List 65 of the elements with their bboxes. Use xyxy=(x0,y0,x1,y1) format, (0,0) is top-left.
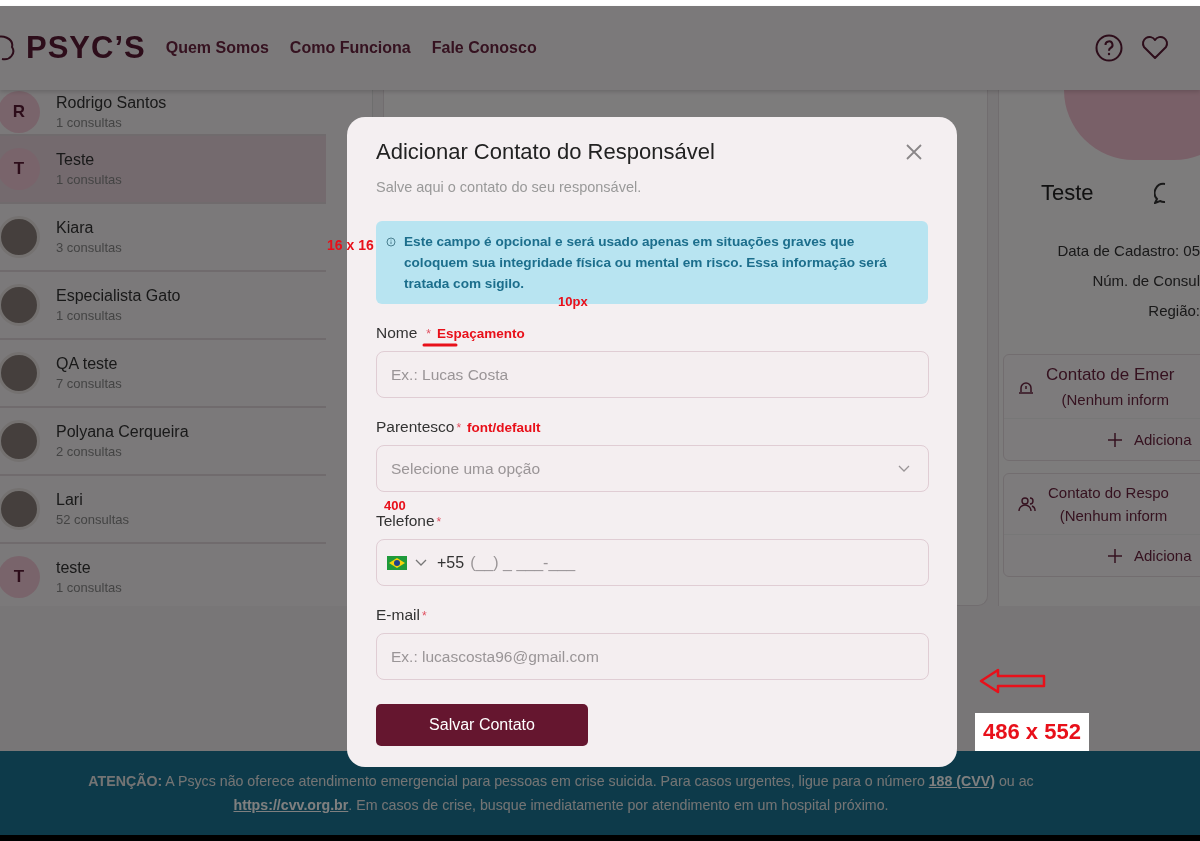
country-code: +55 xyxy=(437,553,465,572)
profile-detail: Núm. de Consul xyxy=(1092,272,1200,289)
plus-icon xyxy=(1108,432,1122,447)
website-link[interactable]: https://cvv.org.br xyxy=(233,797,349,813)
select-field[interactable]: Selecione uma opção xyxy=(376,445,929,492)
annotation-note: 10px xyxy=(558,295,588,309)
input-field[interactable]: Ex.: lucascosta96@gmail.com xyxy=(376,633,929,680)
annotation-note: 16 x 16 xyxy=(327,237,374,253)
logo-text: PSYC’S xyxy=(26,30,146,66)
required-mark: * xyxy=(456,421,462,435)
required-mark: * xyxy=(436,515,442,529)
chat-icon xyxy=(1153,182,1166,204)
chevron-down-icon xyxy=(898,464,910,473)
close-icon xyxy=(906,144,922,160)
warning-notice: ATENÇÃO: A Psycs não oferece atendimento emergencial para pessoas em crise suicida. Para casos urgentes, ligue para o número 188 (CVV) ou ac https://cvv.org.br. Em casos de crise, busque imediatamente por atendimento em um hospital próximo. xyxy=(87,772,1035,815)
required-mark: * xyxy=(426,327,432,341)
patient-name: Especialista Gato xyxy=(56,287,181,305)
modal-subtitle: Salve aqui o contato do seu responsável. xyxy=(376,179,643,195)
phone-field[interactable]: +55 (__) _ ___-___ xyxy=(376,539,929,586)
avatar-letter: R xyxy=(0,91,40,133)
add-link[interactable]: Adiciona xyxy=(1134,547,1192,564)
patient-name: Rodrigo Santos xyxy=(56,94,167,112)
patient-name: Polyana Cerqueira xyxy=(56,423,189,441)
add-link[interactable]: Adiciona xyxy=(1134,431,1192,448)
info-icon xyxy=(386,237,396,247)
field-label: Nome xyxy=(376,324,418,342)
card-subtitle: (Nenhum inform xyxy=(1058,507,1169,524)
save-button[interactable]: Salvar Contato xyxy=(376,704,588,746)
help-icon[interactable] xyxy=(1094,33,1124,63)
left-arrow-mark xyxy=(978,668,1048,694)
profile-name: Teste xyxy=(1041,180,1094,206)
nav-link[interactable]: Como Funciona xyxy=(289,39,411,57)
modal-title: Adicionar Contato do Responsável xyxy=(376,139,715,165)
underline-mark xyxy=(422,342,458,348)
info-text: Este campo é opcional e será usado apenas em situações graves que coloquem sua integridade física ou mental em risco. Essa informação será tratada com sigilo. xyxy=(404,233,888,293)
phone-input[interactable]: (__) _ ___-___ xyxy=(468,552,928,573)
card-title: Contato do Respo xyxy=(1048,484,1169,501)
card-subtitle: (Nenhum inform xyxy=(1060,391,1171,408)
profile-detail: Região: xyxy=(1148,302,1200,319)
field-label: E-mail xyxy=(376,606,420,624)
flag-icon xyxy=(387,555,407,570)
annotation-note: 486 x 552 xyxy=(975,713,1089,751)
nav-link[interactable]: Quem Somos xyxy=(165,39,269,57)
field-label: Telefone xyxy=(376,512,435,530)
annotation-note: 400 xyxy=(384,498,406,513)
annotation-note: font/default xyxy=(467,420,541,435)
input-field[interactable]: Ex.: Lucas Costa xyxy=(376,351,929,398)
plus-icon xyxy=(1108,548,1122,563)
phone-link[interactable]: 188 (CVV) xyxy=(928,773,995,789)
field-label: Parentesco xyxy=(376,418,455,436)
chevron-down-icon xyxy=(415,558,427,567)
patient-name: Lari xyxy=(56,491,84,509)
patient-name: teste xyxy=(56,559,92,577)
nav-link[interactable]: Fale Conosco xyxy=(431,39,537,57)
annotation-note: Espaçamento xyxy=(437,326,525,341)
card-title: Contato de Emer xyxy=(1046,365,1175,385)
profile-detail: Data de Cadastro: 05 xyxy=(1057,242,1200,259)
patient-name: Kiara xyxy=(56,219,95,237)
people-icon xyxy=(1018,496,1036,512)
avatar-letter: T xyxy=(0,556,40,598)
patient-name: Teste xyxy=(56,151,96,169)
patient-name: QA teste xyxy=(56,355,119,373)
required-mark: * xyxy=(421,609,427,623)
avatar-letter: T xyxy=(0,148,40,190)
cloud-logo-icon xyxy=(0,33,16,63)
